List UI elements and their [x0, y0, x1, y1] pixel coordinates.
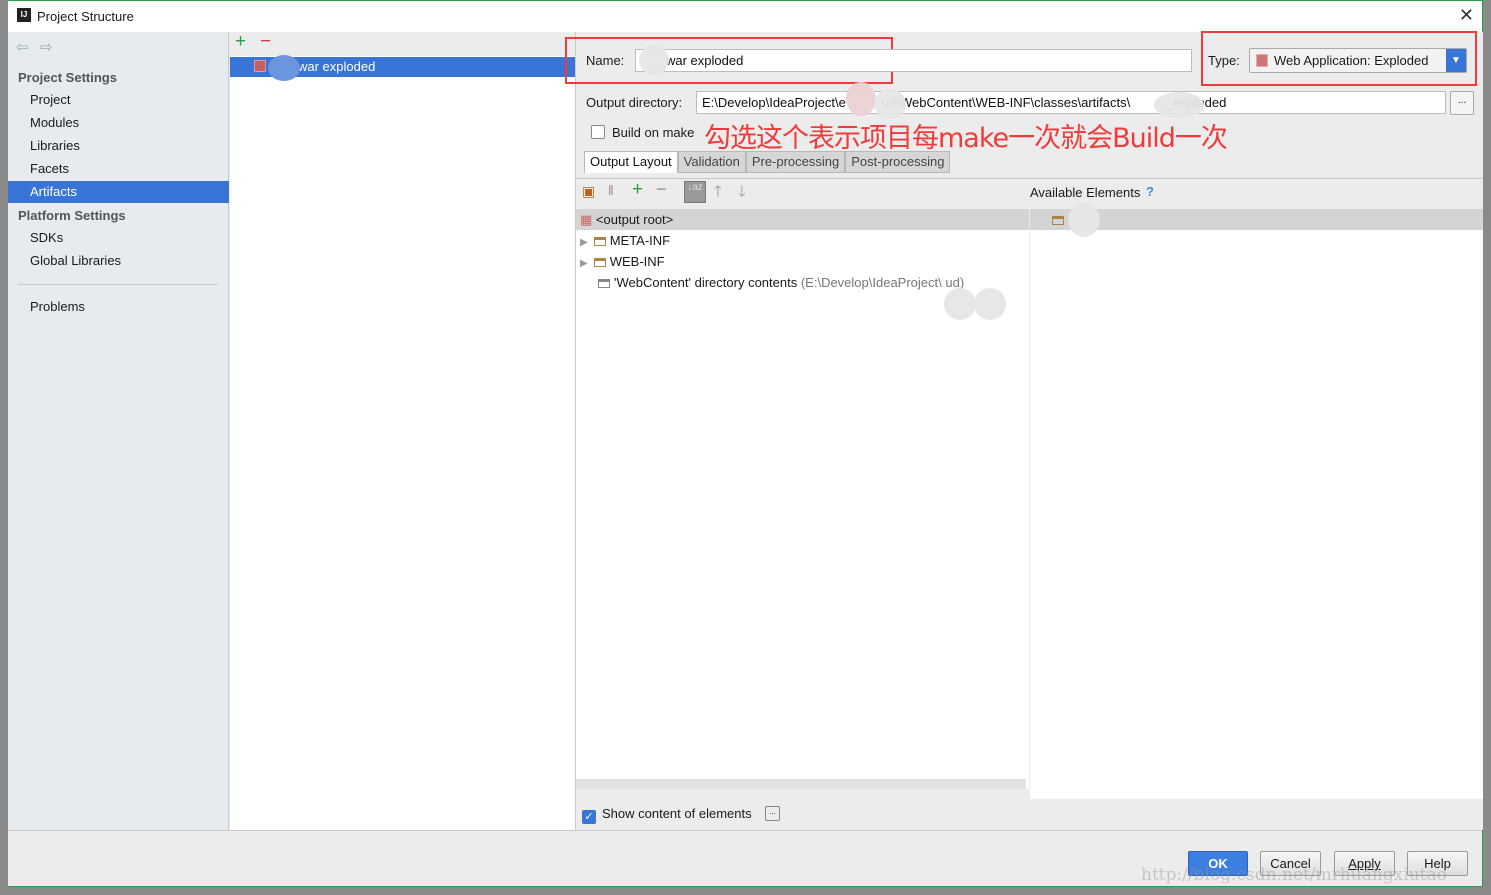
artifact-list-panel: + − war exploded: [230, 31, 576, 830]
redaction-blur: [268, 55, 300, 81]
redaction-blur: [874, 89, 906, 119]
redaction-blur: [944, 288, 976, 320]
move-up-icon[interactable]: 🡑: [714, 181, 722, 206]
sidebar-item-artifacts[interactable]: Artifacts: [8, 181, 229, 203]
tree-label: WEB-INF: [609, 254, 665, 269]
artifact-toolbar: + −: [230, 31, 575, 56]
show-content-label[interactable]: Show content of elements: [602, 806, 752, 821]
output-layout-panel: ▣ ‖ + − ↓az 🡑 🡓 Available Elements ? ▦ <…: [576, 178, 1483, 799]
tree-detail: (E:\Develop\IdeaProject\ ud): [800, 275, 965, 290]
sidebar-item-project[interactable]: Project: [8, 89, 229, 111]
redaction-blur: [846, 82, 876, 116]
back-arrow-icon[interactable]: ⇦: [16, 38, 29, 56]
close-icon[interactable]: ✕: [1459, 5, 1474, 26]
artifact-settings: Name: Type: Web Application: Exploded ▼ …: [565, 31, 1483, 830]
sidebar-item-facets[interactable]: Facets: [8, 158, 229, 180]
browse-button[interactable]: ...: [1450, 91, 1474, 115]
tab-pre-processing[interactable]: Pre-processing: [745, 151, 846, 173]
type-label: Type:: [1208, 53, 1240, 68]
remove-icon[interactable]: −: [656, 179, 667, 200]
tree-label: META-INF: [609, 233, 671, 248]
sidebar-item-problems[interactable]: Problems: [8, 296, 229, 318]
title-bar: IJ Project Structure ✕: [8, 1, 1482, 32]
sidebar-item-libraries[interactable]: Libraries: [8, 135, 229, 157]
annotation-text: 勾选这个表示项目每make一次就会Build一次: [704, 123, 1228, 154]
output-directory-label: Output directory:: [586, 95, 683, 110]
redaction-blur: [974, 288, 1006, 320]
add-icon[interactable]: +: [235, 31, 246, 53]
tree-row-web-inf[interactable]: ▶ WEB-INF: [576, 251, 1029, 272]
tab-output-layout[interactable]: Output Layout: [584, 151, 678, 173]
sidebar-item-modules[interactable]: Modules: [8, 112, 229, 134]
expand-arrow-icon[interactable]: ▶: [580, 237, 588, 248]
window-title: Project Structure: [37, 9, 134, 24]
output-directory-input[interactable]: [696, 91, 1446, 114]
expand-arrow-icon[interactable]: ▶: [580, 258, 588, 269]
sort-icon[interactable]: ↓az: [684, 181, 706, 203]
redaction-blur: [1154, 92, 1204, 118]
show-content-options-button[interactable]: ...: [765, 806, 780, 821]
tree-label: <output root>: [595, 212, 674, 227]
tab-bar: Output Layout Validation Pre-processing …: [584, 151, 951, 173]
remove-icon[interactable]: −: [260, 31, 271, 53]
sidebar: ⇦ ⇨ Project Settings Project Modules Lib…: [8, 32, 229, 830]
forward-arrow-icon[interactable]: ⇨: [40, 38, 53, 56]
type-select[interactable]: Web Application: Exploded ▼: [1249, 48, 1467, 73]
artifact-gift-icon: [254, 60, 266, 72]
tree-row-meta-inf[interactable]: ▶ META-INF: [576, 230, 1029, 251]
sidebar-item-global-libraries[interactable]: Global Libraries: [8, 250, 229, 272]
tab-validation[interactable]: Validation: [677, 151, 746, 173]
create-directory-icon[interactable]: ▣: [582, 183, 595, 200]
directory-contents-icon: [598, 279, 610, 288]
move-down-icon[interactable]: 🡓: [738, 181, 746, 206]
available-elements-tree: [1030, 203, 1483, 799]
available-elements-label: Available Elements: [1030, 185, 1141, 200]
artifact-label: war exploded: [298, 59, 376, 74]
type-value: Web Application: Exploded: [1274, 53, 1429, 68]
name-input[interactable]: [635, 49, 1192, 72]
build-on-make-checkbox[interactable]: [591, 125, 605, 140]
folder-icon: [593, 258, 606, 267]
module-folder-icon: [1052, 216, 1064, 225]
folder-icon: [593, 237, 606, 246]
web-app-icon: [1256, 54, 1268, 67]
redaction-blur: [1068, 203, 1100, 237]
sidebar-item-sdks[interactable]: SDKs: [8, 227, 229, 249]
divider: [18, 284, 218, 285]
build-on-make-label[interactable]: Build on make: [612, 125, 694, 140]
show-content-checkbox[interactable]: ✓: [582, 806, 596, 824]
horizontal-scrollbar[interactable]: [576, 779, 1026, 789]
divider: [8, 830, 1482, 831]
gift-icon: ▦: [580, 212, 593, 227]
tree-label: 'WebContent' directory contents: [614, 275, 798, 290]
intellij-logo-icon: IJ: [17, 8, 31, 22]
project-structure-dialog: IJ Project Structure ✕ ⇦ ⇨ Project Setti…: [8, 0, 1483, 887]
help-icon[interactable]: ?: [1146, 184, 1154, 199]
tab-post-processing[interactable]: Post-processing: [845, 151, 951, 173]
redaction-blur: [639, 45, 669, 75]
platform-settings-heading: Platform Settings: [18, 208, 126, 223]
chevron-down-icon[interactable]: ▼: [1446, 49, 1466, 72]
watermark: http://blog.csdn.net/mrhuangxiutao: [1141, 865, 1447, 885]
archive-icon[interactable]: ‖: [608, 182, 614, 198]
artifact-item[interactable]: war exploded: [230, 55, 575, 81]
tree-row-output-root[interactable]: ▦ <output root>: [576, 209, 1029, 230]
project-settings-heading: Project Settings: [18, 70, 117, 85]
add-icon[interactable]: +: [632, 179, 643, 201]
output-tree: ▦ <output root> ▶ META-INF ▶ WEB-INF 'WebC…: [576, 209, 1029, 789]
name-label: Name:: [586, 53, 625, 68]
